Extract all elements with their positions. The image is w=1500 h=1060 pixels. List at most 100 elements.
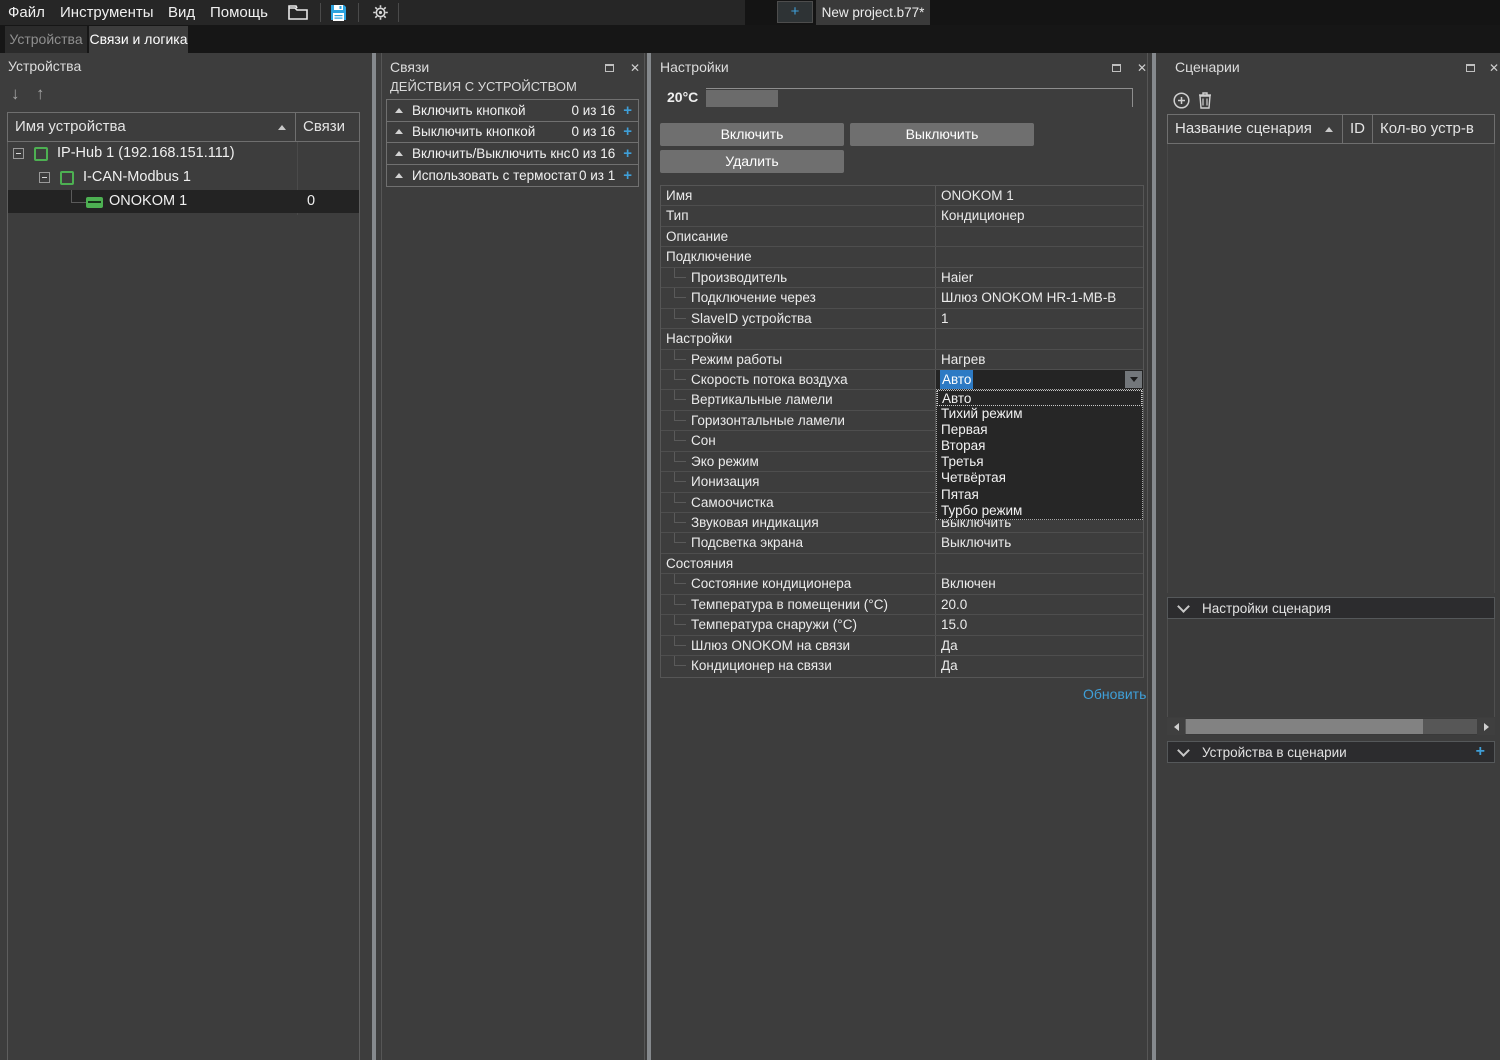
gear-icon[interactable] xyxy=(372,4,389,21)
property-value[interactable]: Да xyxy=(936,636,1143,655)
property-value[interactable]: Нагрев xyxy=(936,350,1143,369)
dropdown-option[interactable]: Авто xyxy=(937,390,1142,406)
dropdown-option[interactable]: Вторая xyxy=(937,438,1142,454)
add-link-button[interactable]: + xyxy=(623,167,632,184)
property-value[interactable]: Шлюз ONOKOM HR-1-MB-B xyxy=(936,288,1143,307)
panel-splitter[interactable] xyxy=(1152,53,1156,1060)
scenario-settings-section-header[interactable]: Настройки сценария xyxy=(1167,597,1495,619)
property-row[interactable]: Скорость потока воздухаАвто xyxy=(661,370,1143,390)
action-row[interactable]: Включить кнопкой0 из 16+ xyxy=(387,100,638,122)
float-panel-icon[interactable] xyxy=(1112,64,1121,72)
close-panel-icon[interactable]: ✕ xyxy=(630,62,640,74)
scenario-devices-section-header[interactable]: Устройства в сценарии + xyxy=(1167,741,1495,763)
add-link-button[interactable]: + xyxy=(623,102,632,119)
add-project-tab-button[interactable]: + xyxy=(777,1,813,23)
delete-button[interactable]: Удалить xyxy=(660,150,844,173)
property-row[interactable]: ИмяONOKOM 1 xyxy=(661,186,1143,206)
property-row[interactable]: Состояние кондиционераВключен xyxy=(661,574,1143,594)
panel-splitter[interactable] xyxy=(647,53,651,1060)
menu-file[interactable]: Файл xyxy=(8,0,45,25)
close-panel-icon[interactable]: ✕ xyxy=(1489,62,1499,74)
property-row[interactable]: Режим работыНагрев xyxy=(661,350,1143,370)
scrollbar-track[interactable] xyxy=(1185,719,1477,734)
property-value[interactable] xyxy=(936,329,1143,348)
add-scenario-icon[interactable] xyxy=(1173,92,1190,109)
menu-view[interactable]: Вид xyxy=(168,0,195,25)
dropdown-option[interactable]: Первая xyxy=(937,422,1142,438)
action-row[interactable]: Использовать с термостат0 из 1+ xyxy=(387,165,638,187)
property-row[interactable]: SlaveID устройства1 xyxy=(661,309,1143,329)
scrollbar-right-arrow[interactable] xyxy=(1477,718,1495,735)
temperature-slider[interactable] xyxy=(706,88,1133,107)
column-header-device-name[interactable]: Имя устройства xyxy=(7,112,296,142)
action-row[interactable]: Включить/Выключить кнс0 из 16+ xyxy=(387,143,638,165)
scrollbar-left-arrow[interactable] xyxy=(1167,718,1185,735)
turn-off-button[interactable]: Выключить xyxy=(850,123,1034,146)
property-row[interactable]: Температура снаружи (°C)15.0 xyxy=(661,615,1143,635)
device-tree-row[interactable]: IP-Hub 1 (192.168.151.111) xyxy=(8,142,359,166)
property-value[interactable]: Выключить xyxy=(936,533,1143,552)
scrollbar-thumb[interactable] xyxy=(1186,719,1423,734)
column-header-device-count[interactable]: Кол-во устр-в xyxy=(1373,114,1495,144)
tree-expander-icon[interactable] xyxy=(39,172,50,183)
tree-expander-icon[interactable] xyxy=(13,148,24,159)
dropdown-option[interactable]: Турбо режим xyxy=(937,503,1142,519)
add-device-to-scenario-button[interactable]: + xyxy=(1476,743,1485,761)
refresh-link[interactable]: Обновить xyxy=(1083,686,1146,702)
close-panel-icon[interactable]: ✕ xyxy=(1137,62,1147,74)
add-link-button[interactable]: + xyxy=(623,145,632,162)
property-value[interactable]: Авто xyxy=(936,370,1143,389)
property-row[interactable]: Температура в помещении (°C)20.0 xyxy=(661,595,1143,615)
turn-on-button[interactable]: Включить xyxy=(660,123,844,146)
combo-dropdown-button[interactable] xyxy=(1125,371,1142,388)
dropdown-option[interactable]: Тихий режим xyxy=(937,406,1142,422)
column-header-scenario-name[interactable]: Название сценария xyxy=(1167,114,1343,144)
horizontal-scrollbar[interactable] xyxy=(1167,718,1495,735)
delete-scenario-trash-icon[interactable] xyxy=(1198,91,1212,109)
collapse-caret-icon[interactable] xyxy=(395,151,403,156)
property-row[interactable]: Подключение xyxy=(661,247,1143,267)
tab-links-and-logic[interactable]: Связи и логика xyxy=(89,26,188,53)
property-value[interactable]: Haier xyxy=(936,268,1143,287)
move-up-icon[interactable]: ↑ xyxy=(36,84,45,104)
property-row[interactable]: ТипКондиционер xyxy=(661,206,1143,226)
action-row[interactable]: Выключить кнопкой0 из 16+ xyxy=(387,122,638,144)
tab-devices[interactable]: Устройства xyxy=(5,26,87,53)
dropdown-option[interactable]: Пятая xyxy=(937,487,1142,503)
property-value[interactable] xyxy=(936,247,1143,266)
property-value[interactable] xyxy=(936,554,1143,573)
property-value[interactable]: 1 xyxy=(936,309,1143,328)
panel-splitter[interactable] xyxy=(372,53,376,1060)
menu-tools[interactable]: Инструменты xyxy=(60,0,154,25)
collapse-caret-icon[interactable] xyxy=(395,108,403,113)
property-value[interactable]: Включен xyxy=(936,574,1143,593)
temperature-slider-handle[interactable] xyxy=(706,90,778,107)
property-row[interactable]: Настройки xyxy=(661,329,1143,349)
add-link-button[interactable]: + xyxy=(623,123,632,140)
property-row[interactable]: Описание xyxy=(661,227,1143,247)
column-header-links[interactable]: Связи xyxy=(296,112,360,142)
property-row[interactable]: Подключение черезШлюз ONOKOM HR-1-MB-B xyxy=(661,288,1143,308)
collapse-caret-icon[interactable] xyxy=(395,129,403,134)
menu-help[interactable]: Помощь xyxy=(210,0,268,25)
save-icon[interactable] xyxy=(330,4,347,21)
column-header-id[interactable]: ID xyxy=(1343,114,1373,144)
device-tree-row[interactable]: I-CAN-Modbus 1 xyxy=(8,166,359,190)
collapse-caret-icon[interactable] xyxy=(395,173,403,178)
property-value[interactable]: 20.0 xyxy=(936,595,1143,614)
property-row[interactable]: Шлюз ONOKOM на связиДа xyxy=(661,636,1143,656)
property-row[interactable]: Подсветка экранаВыключить xyxy=(661,533,1143,553)
property-value[interactable] xyxy=(936,227,1143,246)
property-value[interactable]: 15.0 xyxy=(936,615,1143,634)
property-row[interactable]: Состояния xyxy=(661,554,1143,574)
project-tab[interactable]: New project.b77* xyxy=(816,0,930,25)
dropdown-option[interactable]: Четвёртая xyxy=(937,470,1142,486)
property-value[interactable]: ONOKOM 1 xyxy=(936,186,1143,205)
property-value[interactable]: Кондиционер xyxy=(936,206,1143,225)
float-panel-icon[interactable] xyxy=(605,64,614,72)
property-row[interactable]: ПроизводительHaier xyxy=(661,268,1143,288)
dropdown-option[interactable]: Третья xyxy=(937,454,1142,470)
float-panel-icon[interactable] xyxy=(1466,64,1475,72)
move-down-icon[interactable]: ↓ xyxy=(11,84,20,104)
property-row[interactable]: Кондиционер на связиДа xyxy=(661,656,1143,676)
